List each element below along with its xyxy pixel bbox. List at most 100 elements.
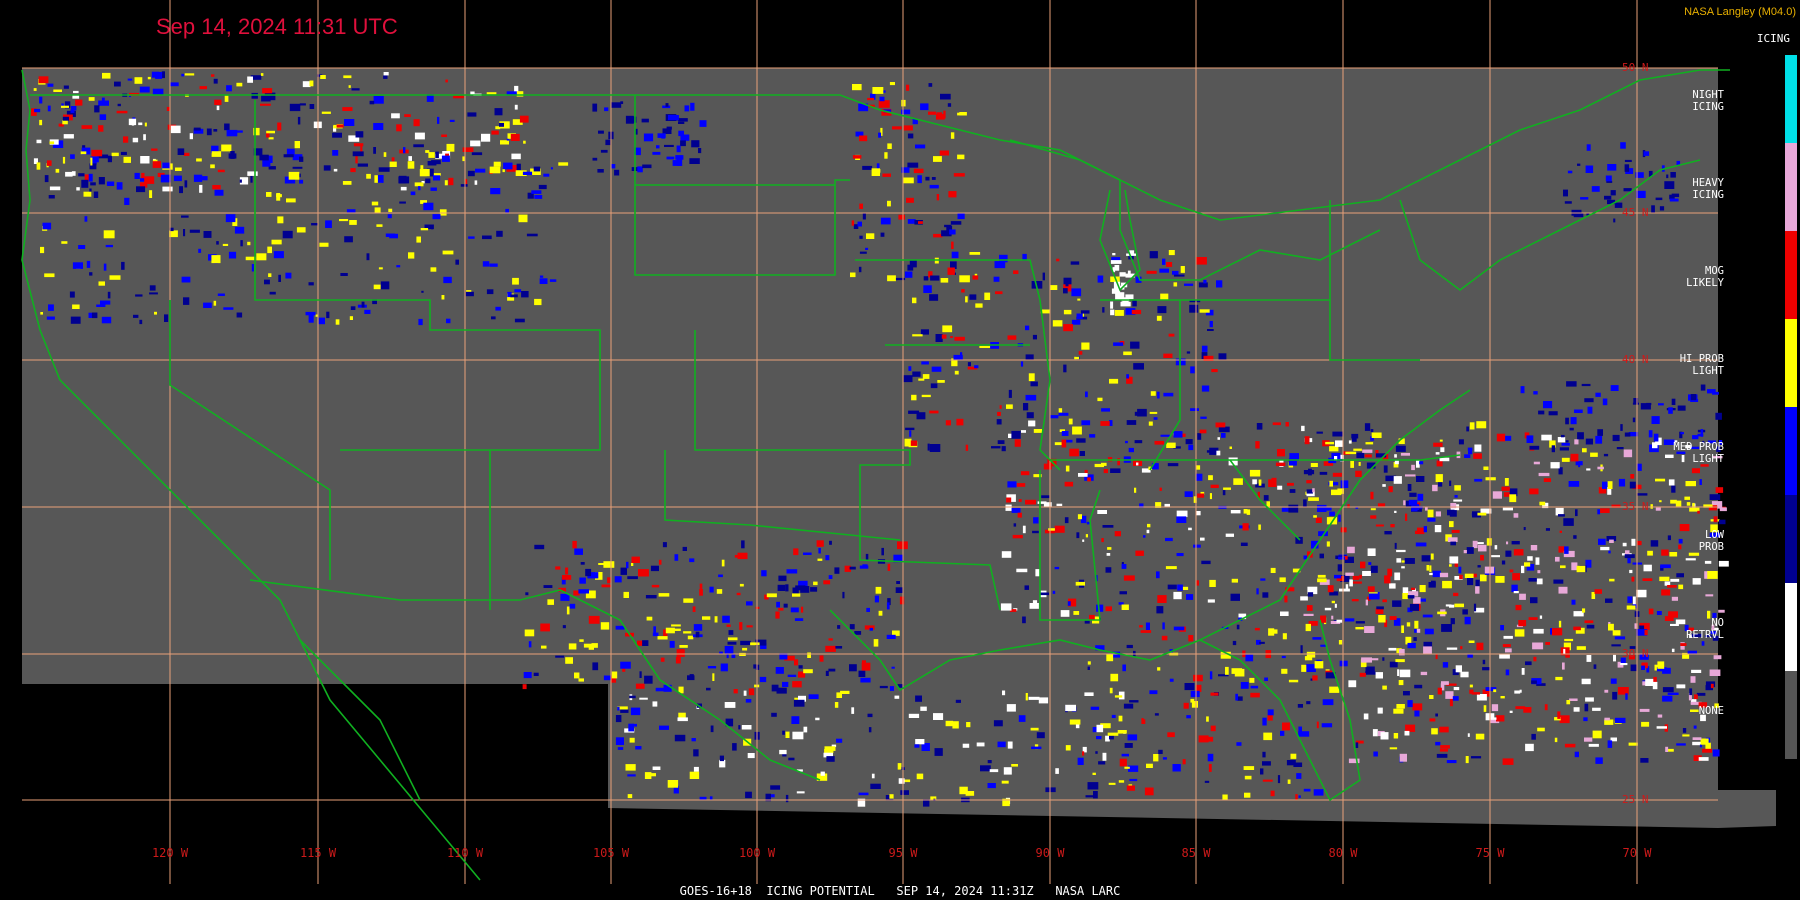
icing-pixel [1096,736,1102,740]
icing-pixel [1439,726,1449,733]
icing-pixel [1230,510,1241,514]
icing-pixel [899,596,905,605]
icing-pixel [627,774,636,777]
icing-pixel [925,176,930,181]
icing-pixel [1407,642,1416,649]
icing-pixel [1208,764,1212,772]
icing-pixel [1032,530,1039,534]
icing-pixel [1559,447,1569,451]
icing-pixel [976,742,985,747]
icing-pixel [682,546,687,551]
icing-pixel [349,220,357,225]
icing-pixel [309,104,315,109]
legend-swatch [1785,231,1797,319]
icing-pixel [1454,485,1461,491]
icing-pixel [183,152,190,156]
icing-pixel [1082,539,1085,542]
icing-pixel [1405,474,1416,477]
icing-pixel [1102,525,1114,528]
icing-pixel [309,80,314,87]
icing-pixel [910,440,918,446]
icing-pixel [1281,507,1290,512]
icing-pixel [1115,292,1125,300]
icing-pixel [872,87,884,94]
icing-pixel [1008,389,1012,398]
icing-pixel [674,554,679,561]
icing-pixel [859,203,863,209]
icing-pixel [355,131,364,138]
icing-pixel [1505,669,1510,676]
icing-pixel [1073,611,1080,615]
icing-pixel [98,281,105,286]
icing-pixel [510,294,518,298]
icing-pixel [1493,689,1497,693]
icing-pixel [1499,653,1510,659]
icing-pixel [1052,590,1056,594]
icing-pixel [1525,743,1534,752]
icing-pixel [1348,680,1357,688]
icing-pixel [251,264,254,272]
icing-pixel [709,796,713,800]
icing-pixel [445,79,448,83]
icing-pixel [1125,440,1128,444]
icing-pixel [1317,578,1327,583]
icing-pixel [1096,724,1104,733]
icing-pixel [39,96,43,104]
icing-pixel [940,93,951,100]
icing-pixel [1337,564,1342,572]
icing-pixel [1207,329,1214,331]
icing-pixel [1495,576,1505,583]
icing-pixel [521,291,529,298]
icing-pixel [1590,452,1598,457]
icing-pixel [736,592,741,596]
icing-pixel [1146,529,1150,534]
icing-pixel [1244,775,1252,780]
icing-pixel [569,603,576,609]
icing-pixel [1535,557,1540,565]
icing-pixel [948,191,957,198]
icing-pixel [643,133,654,142]
icing-pixel [897,541,908,550]
icing-pixel [950,336,953,338]
icing-pixel [1560,565,1566,569]
icing-pixel [993,276,1000,282]
icing-pixel [413,144,424,148]
icing-pixel [1271,477,1277,485]
icing-pixel [1521,565,1525,574]
icing-pixel [1676,573,1684,578]
icing-pixel [1191,701,1198,708]
icing-pixel [1067,601,1071,606]
icing-pixel [1680,432,1684,435]
icing-pixel [123,136,129,143]
icing-pixel [578,589,589,594]
icing-pixel [470,140,481,147]
icing-pixel [260,73,264,76]
icing-pixel [435,151,439,158]
icing-pixel [1199,309,1210,313]
icing-pixel [1235,693,1238,701]
icing-pixel [547,599,554,605]
icing-pixel [1570,453,1579,462]
icing-pixel [788,757,795,761]
icing-pixel [1525,661,1532,666]
icing-pixel [211,255,221,264]
icing-pixel [1196,257,1207,265]
icing-pixel [891,666,895,669]
icing-pixel [1028,420,1036,427]
icing-pixel [1045,787,1056,793]
icing-pixel [921,361,929,365]
icing-pixel [121,261,125,270]
icing-pixel [1329,480,1333,487]
icing-pixel [350,168,356,173]
icing-pixel [332,132,342,138]
icing-pixel [1126,644,1133,649]
icing-pixel [1631,538,1636,546]
icing-pixel [1190,690,1200,698]
icing-pixel [151,148,158,151]
icing-pixel [1378,615,1386,623]
icing-pixel [39,119,43,126]
icing-pixel [1550,462,1560,469]
icing-pixel [114,81,121,87]
icing-pixel [940,278,949,283]
icing-pixel [880,217,891,225]
